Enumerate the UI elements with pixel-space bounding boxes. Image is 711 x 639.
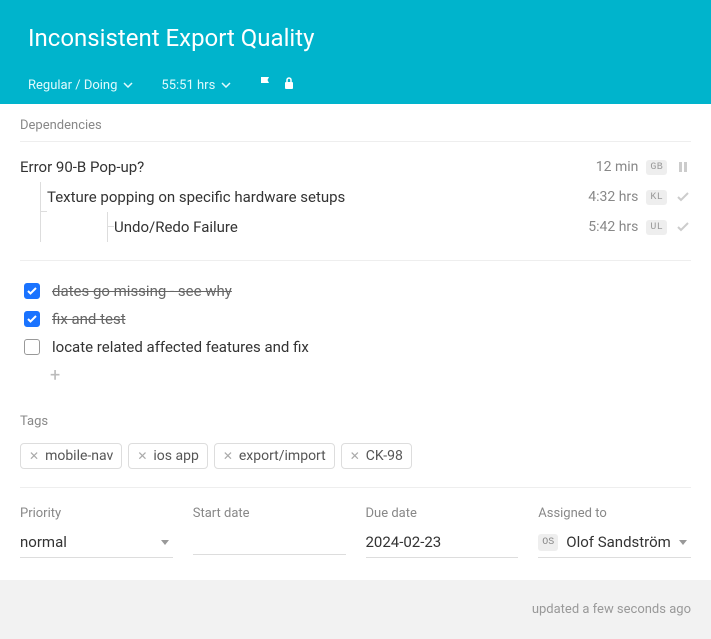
flag-icon[interactable] <box>259 76 273 94</box>
field-label: Start date <box>193 506 346 521</box>
user-initials-badge: KL <box>646 190 667 205</box>
dependency-name: Undo/Redo Failure <box>114 218 582 236</box>
tag[interactable]: ✕ export/import <box>214 443 335 469</box>
start-date-input[interactable] <box>193 531 346 555</box>
field-label: Priority <box>20 506 173 521</box>
footer-updated-text: updated a few seconds ago <box>0 580 711 639</box>
todo-item[interactable]: fix and test <box>20 305 691 333</box>
dependencies-list: Error 90-B Pop-up? 12 min GB Texture pop… <box>20 142 691 261</box>
dependency-row[interactable]: Error 90-B Pop-up? 12 min GB <box>20 152 691 182</box>
priority-field: Priority normal <box>20 506 173 558</box>
assignee-initials-badge: OS <box>538 534 558 551</box>
dropdown-arrow-icon <box>679 540 687 545</box>
priority-value: normal <box>20 533 67 551</box>
field-label: Assigned to <box>538 506 691 521</box>
dependency-time: 12 min <box>582 159 638 175</box>
todo-label: locate related affected features and fix <box>52 338 309 356</box>
user-initials-badge: GB <box>646 160 667 175</box>
check-icon <box>675 190 691 204</box>
tag-label: ios app <box>153 448 198 464</box>
user-initials-badge: UL <box>646 220 667 235</box>
remove-tag-icon[interactable]: ✕ <box>223 449 233 463</box>
tag[interactable]: ✕ mobile-nav <box>20 443 122 469</box>
todo-list: dates go missing - see why fix and test … <box>20 261 691 400</box>
fields-row: Priority normal Start date Due date 2024… <box>20 488 691 580</box>
checkbox[interactable] <box>24 311 40 327</box>
chevron-down-icon <box>221 82 231 88</box>
remove-tag-icon[interactable]: ✕ <box>137 449 147 463</box>
assigned-to-select[interactable]: OS Olof Sandström <box>538 531 691 558</box>
tags-row: ✕ mobile-nav ✕ ios app ✕ export/import ✕ CK-… <box>20 433 691 488</box>
task-header: Inconsistent Export Quality Regular / Do… <box>0 0 711 104</box>
tag-label: mobile-nav <box>45 448 113 464</box>
remove-tag-icon[interactable]: ✕ <box>350 449 360 463</box>
todo-label: fix and test <box>52 310 126 328</box>
dependency-time: 5:42 hrs <box>582 219 638 235</box>
checkbox[interactable] <box>24 339 40 355</box>
dependency-name: Texture popping on specific hardware set… <box>47 188 582 206</box>
assigned-to-field: Assigned to OS Olof Sandström <box>538 506 691 558</box>
dependency-time: 4:32 hrs <box>582 189 638 205</box>
lock-icon[interactable] <box>283 76 295 94</box>
checkbox[interactable] <box>24 283 40 299</box>
tags-section-label: Tags <box>20 400 691 433</box>
tag-label: CK-98 <box>366 448 403 464</box>
todo-item[interactable]: locate related affected features and fix <box>20 333 691 361</box>
check-icon <box>675 220 691 234</box>
dependency-row[interactable]: Undo/Redo Failure 5:42 hrs UL <box>114 212 691 242</box>
todo-item[interactable]: dates go missing - see why <box>20 277 691 305</box>
hours-label: 55:51 hrs <box>161 78 215 93</box>
dependency-row[interactable]: Texture popping on specific hardware set… <box>47 182 691 212</box>
add-todo-button[interactable]: + <box>20 361 691 390</box>
status-dropdown[interactable]: Regular / Doing <box>28 78 133 93</box>
due-date-input[interactable]: 2024-02-23 <box>366 531 519 558</box>
dropdown-arrow-icon <box>161 540 169 545</box>
dependency-name: Error 90-B Pop-up? <box>20 158 582 176</box>
tag-label: export/import <box>239 448 326 464</box>
priority-select[interactable]: normal <box>20 531 173 558</box>
due-date-value: 2024-02-23 <box>366 533 442 551</box>
task-meta-bar: Regular / Doing 55:51 hrs <box>28 76 683 104</box>
field-label: Due date <box>366 506 519 521</box>
assignee-name: Olof Sandström <box>566 533 671 551</box>
pause-icon <box>675 161 691 173</box>
chevron-down-icon <box>123 82 133 88</box>
status-label: Regular / Doing <box>28 78 117 93</box>
hours-dropdown[interactable]: 55:51 hrs <box>161 78 231 93</box>
start-date-field: Start date <box>193 506 346 558</box>
dependencies-section-label: Dependencies <box>20 104 691 142</box>
todo-label: dates go missing - see why <box>52 282 232 300</box>
tag[interactable]: ✕ ios app <box>128 443 208 469</box>
remove-tag-icon[interactable]: ✕ <box>29 449 39 463</box>
task-title: Inconsistent Export Quality <box>28 24 683 76</box>
due-date-field: Due date 2024-02-23 <box>366 506 519 558</box>
tag[interactable]: ✕ CK-98 <box>341 443 412 469</box>
